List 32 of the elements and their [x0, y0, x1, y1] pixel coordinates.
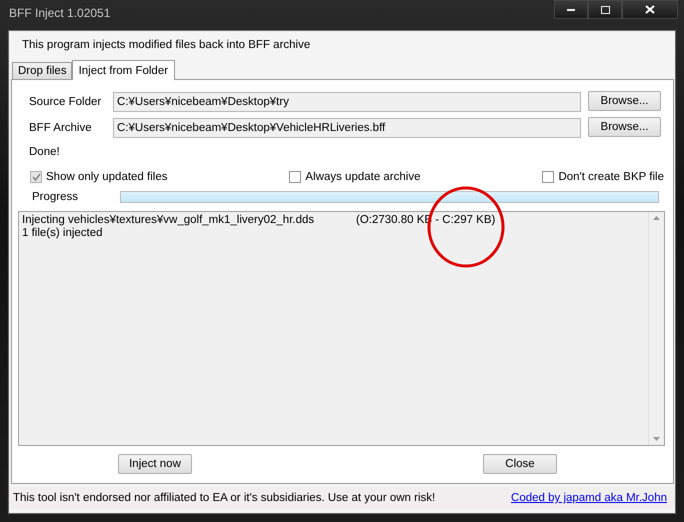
checkbox-label: Always update archive [305, 171, 420, 183]
tab[interactable]: Inject from Folder [72, 60, 176, 80]
action-button[interactable]: Close [483, 454, 557, 474]
browse-button[interactable]: Browse... [588, 90, 661, 110]
action-button[interactable]: Inject now [118, 454, 192, 474]
scroll-down-icon [653, 437, 660, 441]
description-text: This program injects modified files back into BFF archive [21, 38, 312, 53]
disclaimer-text: This tool isn't endorsed nor affiliated to EA or it's subsidiaries. Use at your own risk! [13, 492, 436, 504]
field-label: Source Folder [28, 96, 102, 108]
check-icon [32, 173, 40, 181]
field-label: BFF Archive [28, 122, 93, 134]
tab[interactable]: Drop files [12, 62, 72, 79]
maximize-icon [600, 6, 610, 14]
path-field[interactable]: C:¥Users¥nicebeam¥Desktop¥try [113, 92, 581, 112]
credits-link[interactable]: Coded by japamd aka Mr.John [511, 492, 667, 504]
browse-button[interactable]: Browse... [588, 116, 661, 136]
window-title: BFF Inject 1.02051 [9, 6, 110, 20]
close-icon [645, 5, 655, 14]
minimize-button[interactable] [554, 0, 588, 19]
log-line: Injecting vehicles¥textures¥vw_golf_mk1_livery02_hr.dds [22, 214, 316, 227]
checkbox-label: Show only updated files [46, 171, 168, 183]
checkbox[interactable] [289, 171, 302, 183]
checkbox-label: Don't create BKP file [558, 171, 664, 183]
minimize-icon [567, 8, 575, 11]
checkbox[interactable] [542, 171, 554, 183]
close-button[interactable] [622, 0, 678, 19]
maximize-button[interactable] [588, 0, 622, 19]
status-text: Done! [28, 145, 61, 160]
log-line: 1 file(s) injected [22, 227, 104, 240]
scroll-up-icon [653, 216, 660, 220]
path-field[interactable]: C:¥Users¥nicebeam¥Desktop¥VehicleHRLiveries.bff [113, 118, 581, 138]
progress-label: Progress [31, 191, 80, 203]
